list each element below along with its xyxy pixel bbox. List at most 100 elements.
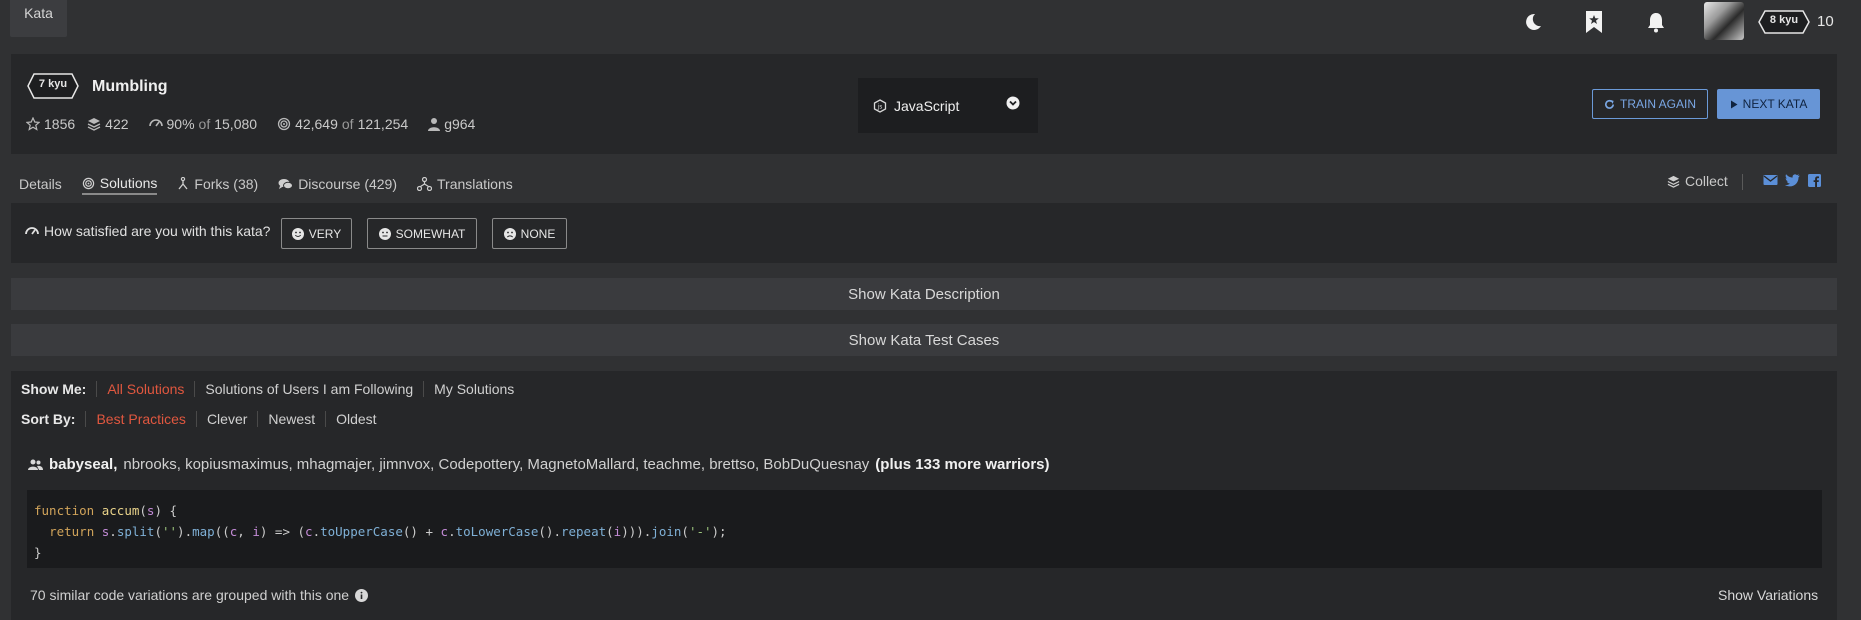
show-description-button[interactable]: Show Kata Description — [11, 278, 1837, 310]
vote-very-label: VERY — [308, 226, 342, 241]
bookmark-icon[interactable] — [1580, 8, 1608, 36]
next-kata-button[interactable]: NEXT KATA — [1717, 89, 1820, 119]
train-again-button[interactable]: TRAIN AGAIN — [1592, 89, 1708, 119]
author-stat[interactable]: g964 — [428, 116, 475, 132]
show-description-label: Show Kata Description — [848, 285, 1000, 303]
show-me-label: Show Me: — [21, 381, 87, 397]
tab-forks-label: Forks (38) — [194, 176, 259, 192]
translations-icon — [417, 177, 433, 191]
filter-all-solutions[interactable]: All Solutions — [96, 381, 194, 397]
facebook-icon[interactable] — [1808, 174, 1821, 187]
javascript-icon: js — [873, 98, 887, 113]
comments-icon — [278, 178, 294, 189]
show-test-cases-label: Show Kata Test Cases — [848, 331, 1000, 349]
kata-title: Mumbling — [92, 78, 168, 95]
tab-details[interactable]: Details — [19, 173, 62, 195]
sort-by-filter: Sort By: Best Practices Clever Newest Ol… — [21, 411, 387, 427]
solution-authors: babyseal, nbrooks, kopiusmaximus, mhagma… — [28, 456, 1050, 473]
completed-stat: 42,649 of 121,254 — [277, 116, 408, 132]
language-selected: JavaScript — [894, 97, 960, 114]
tab-discourse-label: Discourse (429) — [298, 176, 398, 192]
code-line: function accum(s) { — [34, 503, 178, 518]
sort-oldest[interactable]: Oldest — [325, 411, 386, 427]
sort-best-practices[interactable]: Best Practices — [85, 411, 195, 427]
show-me-filter: Show Me: All Solutions Solutions of User… — [21, 381, 524, 397]
solution-code: function accum(s) { return s.split('').m… — [27, 490, 1822, 568]
code-line: } — [34, 545, 42, 560]
satisfaction-question-text: How satisfied are you with this kata? — [44, 223, 271, 239]
more-warriors: (plus 133 more warriors) — [875, 456, 1050, 473]
solutions-icon — [82, 177, 95, 189]
satisfaction-total: 15,080 — [214, 116, 258, 132]
vote-somewhat-label: SOMEWHAT — [395, 226, 466, 241]
lead-author[interactable]: babyseal, — [49, 456, 117, 473]
sort-clever[interactable]: Clever — [195, 411, 257, 427]
satisfaction-icon — [25, 227, 39, 235]
smile-icon — [291, 227, 304, 240]
filter-following[interactable]: Solutions of Users I am Following — [194, 381, 423, 397]
svg-text:js: js — [877, 103, 883, 110]
layers-icon — [87, 118, 101, 131]
next-kata-label: NEXT KATA — [1742, 97, 1808, 111]
frown-icon — [503, 227, 516, 240]
vote-somewhat-button[interactable]: SOMEWHAT — [367, 218, 477, 249]
twitter-icon[interactable] — [1785, 174, 1800, 187]
collections-count: 422 — [105, 116, 129, 132]
collect-label: Collect — [1685, 173, 1728, 189]
tab-details-label: Details — [19, 176, 62, 192]
sort-newest[interactable]: Newest — [257, 411, 325, 427]
satisfaction-icon — [148, 119, 163, 127]
vote-none-label: NONE — [520, 226, 556, 241]
language-select[interactable]: js JavaScript — [858, 78, 1038, 133]
kata-rank-badge: 7 kyu — [27, 73, 79, 99]
show-test-cases-button[interactable]: Show Kata Test Cases — [11, 324, 1837, 356]
tab-solutions-label: Solutions — [99, 175, 158, 191]
vote-very-button[interactable]: VERY — [281, 218, 352, 249]
tab-discourse[interactable]: Discourse (429) — [278, 173, 397, 195]
kata-rank-label: 7 kyu — [38, 78, 68, 90]
kata-nav-tab[interactable]: Kata — [10, 0, 67, 37]
avatar[interactable] — [1704, 2, 1744, 40]
star-icon — [26, 117, 40, 131]
play-icon — [1730, 100, 1738, 108]
email-icon[interactable] — [1763, 174, 1778, 186]
moon-icon[interactable] — [1519, 8, 1547, 36]
tab-translations-label: Translations — [437, 176, 513, 192]
kata-nav-tab-label: Kata — [24, 5, 53, 21]
info-icon[interactable] — [355, 588, 369, 602]
bell-icon[interactable] — [1642, 8, 1670, 36]
show-variations-button[interactable]: Show Variations — [1718, 587, 1818, 603]
stars-stat[interactable]: 1856 — [26, 116, 75, 132]
tab-translations[interactable]: Translations — [417, 173, 513, 195]
completed-total: 121,254 — [357, 116, 409, 132]
chevron-down-icon — [1006, 96, 1020, 110]
fork-icon — [178, 177, 188, 190]
neutral-face-icon — [378, 227, 391, 240]
kata-tabs: Details Solutions Forks (38) Discourse (… — [19, 173, 533, 195]
user-rank-label: 8 kyu — [1769, 14, 1799, 26]
filter-my-solutions[interactable]: My Solutions — [423, 381, 524, 397]
tab-forks[interactable]: Forks (38) — [177, 173, 258, 195]
variations-info: 70 similar code variations are grouped w… — [30, 587, 369, 603]
vote-none-button[interactable]: NONE — [492, 218, 567, 249]
sort-by-label: Sort By: — [21, 411, 76, 427]
completed-of: of — [341, 116, 354, 132]
collect-button[interactable]: Collect — [1667, 173, 1728, 189]
other-authors[interactable]: nbrooks, kopiusmaximus, mhagmajer, jimnv… — [123, 456, 869, 473]
share-divider — [1742, 174, 1743, 190]
stars-count: 1856 — [44, 116, 76, 132]
tab-solutions[interactable]: Solutions — [81, 173, 158, 195]
satisfaction-percent: 90% — [166, 116, 195, 132]
satisfaction-question: How satisfied are you with this kata? — [25, 223, 270, 239]
completed-count: 42,649 — [295, 116, 338, 132]
user-rank-badge: 8 kyu — [1758, 10, 1810, 34]
top-nav: Kata 8 kyu 10 — [0, 0, 1861, 44]
user-icon — [428, 118, 441, 131]
honor-count: 10 — [1817, 13, 1834, 30]
train-again-label: TRAIN AGAIN — [1619, 97, 1696, 111]
users-icon — [28, 459, 43, 470]
kata-stats: 1856 422 90% of 15,080 42,649 of 121,254… — [26, 116, 481, 132]
satisfaction-stat: 90% of 15,080 — [148, 116, 258, 132]
layers-icon — [1667, 175, 1680, 188]
satisfaction-of: of — [198, 116, 211, 132]
